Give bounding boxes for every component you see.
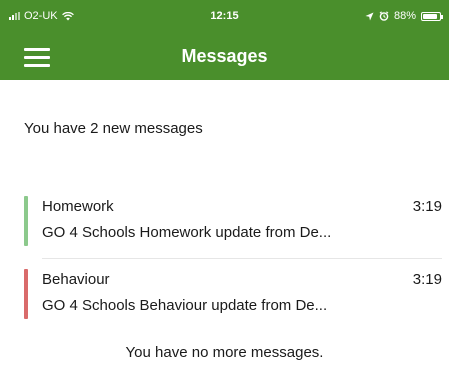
message-accent-bar — [24, 269, 28, 319]
message-preview: GO 4 Schools Behaviour update from De... — [42, 297, 328, 314]
message-list: Homework 3:19 GO 4 Schools Homework upda… — [24, 196, 442, 331]
status-right: 88% — [365, 10, 443, 22]
page-title: Messages — [181, 46, 268, 66]
message-item-homework[interactable]: Homework 3:19 GO 4 Schools Homework upda… — [24, 196, 442, 258]
new-messages-summary: You have 2 new messages — [24, 120, 203, 137]
message-header: Homework 3:19 — [42, 196, 442, 218]
message-header: Behaviour 3:19 — [42, 269, 442, 291]
no-more-messages: You have no more messages. — [125, 344, 324, 361]
message-accent-bar — [24, 196, 28, 246]
status-bar: O2-UK 12:15 88% — [0, 0, 449, 34]
alarm-icon — [379, 11, 389, 21]
message-time: 3:19 — [412, 198, 442, 215]
battery-icon — [421, 11, 443, 21]
message-divider — [42, 258, 442, 259]
battery-percent: 88% — [393, 10, 416, 22]
battery-fill — [423, 13, 437, 19]
location-icon — [365, 12, 374, 20]
messages-screen: O2-UK 12:15 88% Messages You have 2 new … — [0, 0, 449, 372]
app-bar: Messages — [0, 34, 449, 80]
message-time: 3:19 — [412, 271, 442, 288]
message-preview: GO 4 Schools Homework update from De... — [42, 224, 332, 241]
message-item-behaviour[interactable]: Behaviour 3:19 GO 4 Schools Behaviour up… — [24, 269, 442, 331]
message-title: Homework — [42, 198, 114, 215]
message-title: Behaviour — [42, 271, 110, 288]
